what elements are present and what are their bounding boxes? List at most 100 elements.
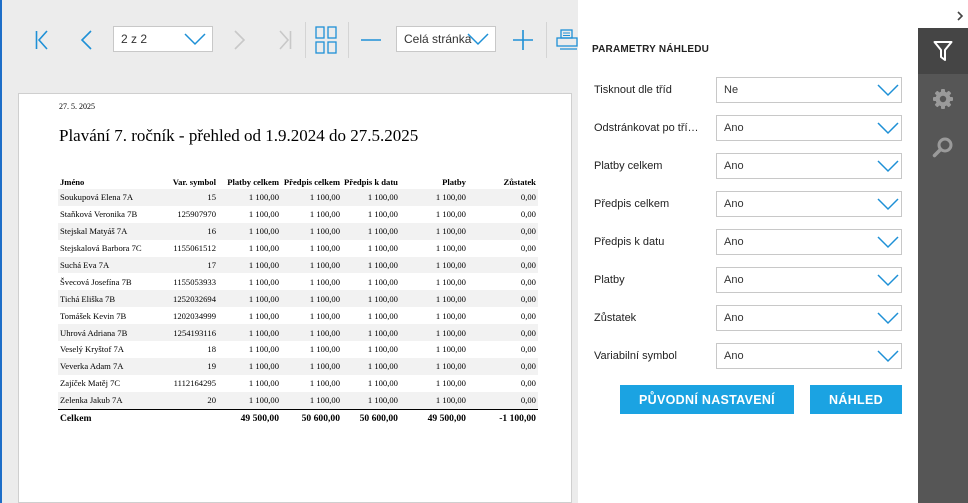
table-cell: 1 100,00 [281,256,342,274]
table-cell: 1 100,00 [281,189,342,206]
panel-top-strip [578,0,968,28]
table-cell: 1 100,00 [281,324,342,342]
table-cell: 1 100,00 [218,222,281,240]
print-button[interactable] [554,26,580,54]
parameter-select[interactable]: Ano [716,267,902,293]
parameter-label: Předpis celkem [594,198,670,210]
table-cell: 1 100,00 [367,344,398,355]
search-tab[interactable] [918,124,968,170]
minus-icon [361,39,381,41]
table-cell: 1202034999 [173,310,216,321]
table-cell: 1 100,00 [367,378,398,389]
table-cell: 1 100,00 [367,209,398,220]
table-cell: 1 100,00 [399,290,468,308]
table-cell: Veverka Adam 7A [58,357,170,375]
preview-button[interactable]: NÁHLED [810,385,902,414]
totals-cell: Celkem [58,408,170,428]
table-cell: 1 100,00 [281,357,342,375]
multi-page-button[interactable] [314,26,338,54]
search-icon [932,137,953,158]
parameter-value: Ano [724,160,744,172]
table-cell: 1 100,00 [309,378,340,389]
table-cell: 1155061512 [173,243,216,254]
table-row: Zelenka Jakub 7A 20 1 100,00 1 100,00 1 100,… [58,391,538,410]
zoom-select[interactable]: Celá stránka [396,26,496,52]
column-header: Platby [442,177,466,187]
report-title: Plavání 7. ročník - přehled od 1.9.2024 … [59,126,419,145]
table-cell: 1 100,00 [435,378,466,389]
table-cell: 1 100,00 [367,243,398,254]
table-cell: 1 100,00 [342,290,400,308]
table-cell: 0,00 [467,290,538,308]
table-cell: 1 100,00 [218,357,281,375]
parameter-label: Tisknout dle tříd [594,84,672,96]
table-row: Suchá Eva 7A 17 1 100,00 1 100,00 1 100,00 1 … [58,256,538,274]
column-header: Jméno [60,177,85,187]
viewer-toolbar: 2 z 2 Celá stránka [2,0,580,80]
last-page-button[interactable] [274,26,296,54]
parameter-select[interactable]: Ano [716,115,902,141]
table-row: Staňková Veronika 7B 125907970 1 100,00 1 1… [58,206,538,223]
parameter-select[interactable]: Ano [716,191,902,217]
parameter-select[interactable]: Ano [716,305,902,331]
multi-page-icon [315,26,337,54]
table-cell: 1 100,00 [281,222,342,240]
table-cell: 1 100,00 [399,391,468,410]
parameter-value: Ano [724,274,744,286]
column-header: Platby celkem [227,177,279,187]
table-cell: 1 100,00 [218,189,281,206]
table-row: Zajíček Matěj 7C 1112164295 1 100,00 1 100,… [58,375,538,392]
table-cell: 1 100,00 [218,290,281,308]
table-cell: 1 100,00 [399,222,468,240]
table-cell: 1155053933 [173,276,216,287]
reset-settings-button[interactable]: PŮVODNÍ NASTAVENÍ [620,385,794,414]
previous-page-button[interactable] [76,26,96,54]
totals-cell: 50 600,00 [281,408,342,428]
zoom-out-button[interactable] [360,26,382,54]
table-cell: 0,00 [467,222,538,240]
table-cell: 1 100,00 [399,324,468,342]
parameter-label: Odstránkovat po třídách [594,122,704,134]
settings-tab[interactable] [918,76,968,122]
zoom-in-button[interactable] [512,26,534,54]
table-cell: Staňková Veronika 7B [60,209,138,220]
parameter-select[interactable]: Ne [716,77,902,103]
table-cell: 1 100,00 [309,276,340,287]
parameter-label: Platby celkem [594,160,663,172]
page-select[interactable]: 2 z 2 [113,26,213,52]
table-cell: 1 100,00 [367,276,398,287]
page-select-value: 2 z 2 [121,32,148,46]
table-cell: 0,00 [520,344,536,355]
last-page-icon [279,30,292,50]
table-cell: 1252032694 [170,290,218,308]
plus-icon [513,30,533,50]
table-cell: Soukupová Elena 7A [58,189,170,206]
table-cell: 1 100,00 [218,391,281,410]
table-cell: 1 100,00 [281,391,342,410]
next-page-button[interactable] [230,26,250,54]
side-rail [918,28,968,503]
parameter-select[interactable]: Ano [716,229,902,255]
filter-tab[interactable] [918,28,968,74]
parameter-select[interactable]: Ano [716,343,902,369]
chevron-right-icon [234,30,246,50]
totals-cell: 50 600,00 [342,408,400,428]
report-viewer: 2 z 2 Celá stránka 27. 5. 2025 Plavání 7… [0,0,578,503]
table-cell: 125907970 [177,209,216,220]
table-cell: 19 [170,357,218,375]
parameter-select[interactable]: Ano [716,153,902,179]
toolbar-separator [546,22,547,58]
chevron-down-icon [877,160,899,173]
table-cell: 1 100,00 [342,391,400,410]
table-cell: 0,00 [520,243,536,254]
chevron-right-icon[interactable] [957,11,964,21]
column-header: Předpis k datu [344,177,398,187]
totals-cell: 49 500,00 [399,408,468,428]
first-page-button[interactable] [32,26,52,54]
table-cell: 1 100,00 [248,243,279,254]
parameter-label: Platby [594,274,625,286]
table-cell: Tichá Eliška 7B [58,290,170,308]
table-cell: 1 100,00 [218,324,281,342]
table-cell: 1 100,00 [309,310,340,321]
table-cell: 1 100,00 [435,243,466,254]
